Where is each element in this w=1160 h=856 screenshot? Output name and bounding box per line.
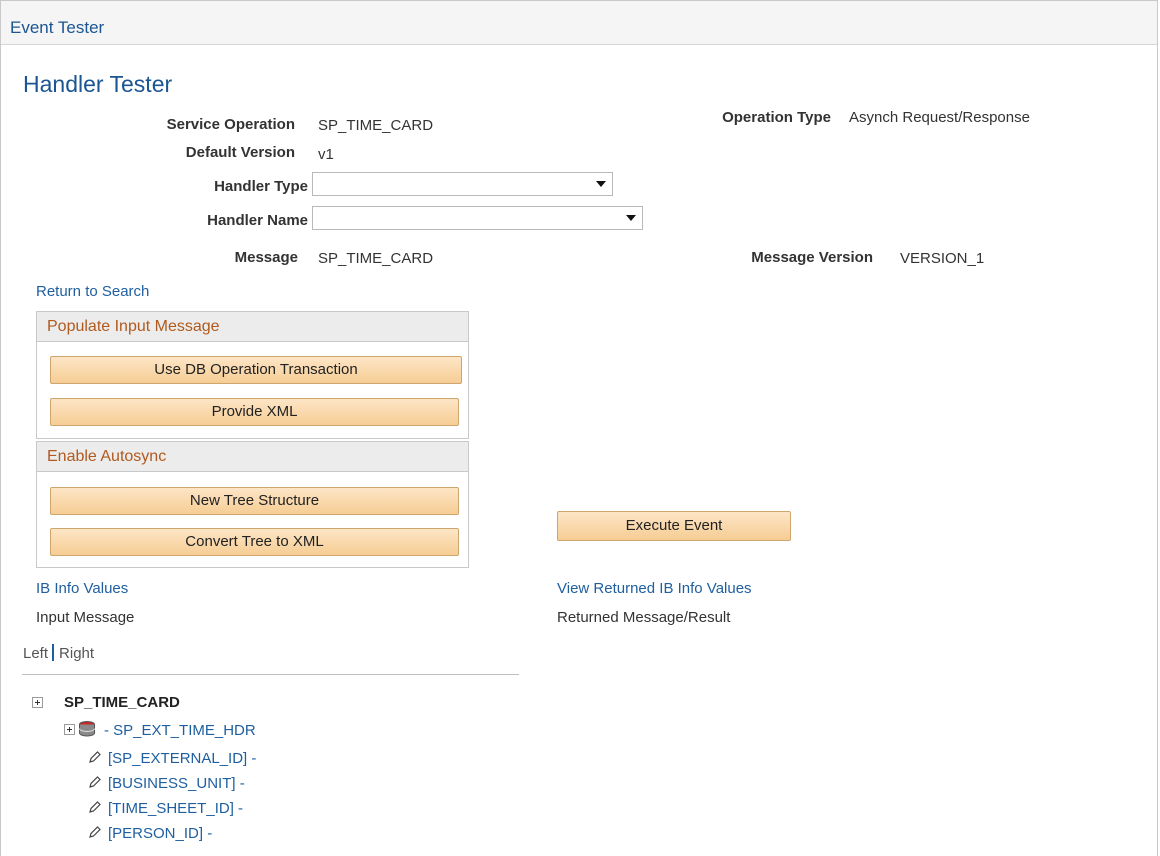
tree-field-link[interactable]: [PERSON_ID] - (108, 825, 212, 842)
tree-field-link[interactable]: [TIME_SHEET_ID] - (108, 800, 243, 817)
divider (22, 674, 519, 675)
service-operation-label: Service Operation (166, 116, 295, 133)
tree-field-link[interactable]: [SP_EXTERNAL_ID] - (108, 750, 256, 767)
enable-autosync-group: Enable Autosync New Tree Structure Conve… (36, 441, 469, 568)
group-header: Enable Autosync (37, 442, 468, 472)
pencil-icon (88, 800, 102, 814)
message-version-label: Message Version (751, 249, 873, 266)
expand-icon[interactable] (32, 697, 43, 708)
handler-name-select[interactable] (312, 206, 643, 230)
group-header: Populate Input Message (37, 312, 468, 342)
pencil-icon (88, 825, 102, 839)
populate-group-title: Populate Input Message (47, 318, 220, 335)
service-operation-value: SP_TIME_CARD (318, 117, 434, 134)
left-toggle[interactable]: Left (23, 645, 48, 662)
convert-tree-to-xml-button[interactable]: Convert Tree to XML (50, 528, 459, 556)
message-label: Message (234, 249, 298, 266)
new-tree-structure-button[interactable]: New Tree Structure (50, 487, 459, 515)
autosync-group-title: Enable Autosync (47, 448, 167, 465)
return-to-search-link[interactable]: Return to Search (36, 283, 149, 300)
operation-type-value: Asynch Request/Response (849, 109, 1030, 126)
default-version-value: v1 (318, 146, 334, 163)
page-title: Handler Tester (23, 71, 173, 97)
tree-root-label: SP_TIME_CARD (64, 694, 180, 711)
tree-field-link[interactable]: [BUSINESS_UNIT] - (108, 775, 245, 792)
left-right-toggle: Left Right (23, 644, 94, 662)
handler-name-label: Handler Name (207, 212, 308, 229)
message-version-value: VERSION_1 (900, 250, 985, 267)
returned-message-label: Returned Message/Result (557, 609, 731, 626)
provide-xml-button[interactable]: Provide XML (50, 398, 459, 426)
window-title: Event Tester (10, 18, 105, 37)
toggle-divider (52, 644, 55, 661)
pencil-icon (88, 750, 102, 764)
populate-input-message-group: Populate Input Message Use DB Operation … (36, 311, 469, 439)
expand-icon[interactable] (64, 724, 75, 735)
pencil-icon (88, 775, 102, 789)
handler-type-select[interactable] (312, 172, 613, 196)
chevron-down-icon (626, 215, 636, 221)
handler-type-label: Handler Type (214, 178, 308, 195)
chevron-down-icon (596, 181, 606, 187)
operation-type-label: Operation Type (722, 109, 831, 126)
use-db-operation-button[interactable]: Use DB Operation Transaction (50, 356, 462, 384)
message-value: SP_TIME_CARD (318, 250, 434, 267)
database-icon (78, 720, 96, 742)
execute-event-button[interactable]: Execute Event (557, 511, 791, 541)
right-toggle[interactable]: Right (59, 645, 94, 662)
title-bar: Event Tester (1, 1, 1157, 45)
default-version-label: Default Version (185, 144, 295, 161)
input-message-label: Input Message (36, 609, 135, 626)
view-returned-ib-info-values-link[interactable]: View Returned IB Info Values (557, 580, 752, 597)
tree-record-link[interactable]: - SP_EXT_TIME_HDR (104, 722, 256, 739)
ib-info-values-link[interactable]: IB Info Values (36, 580, 128, 597)
